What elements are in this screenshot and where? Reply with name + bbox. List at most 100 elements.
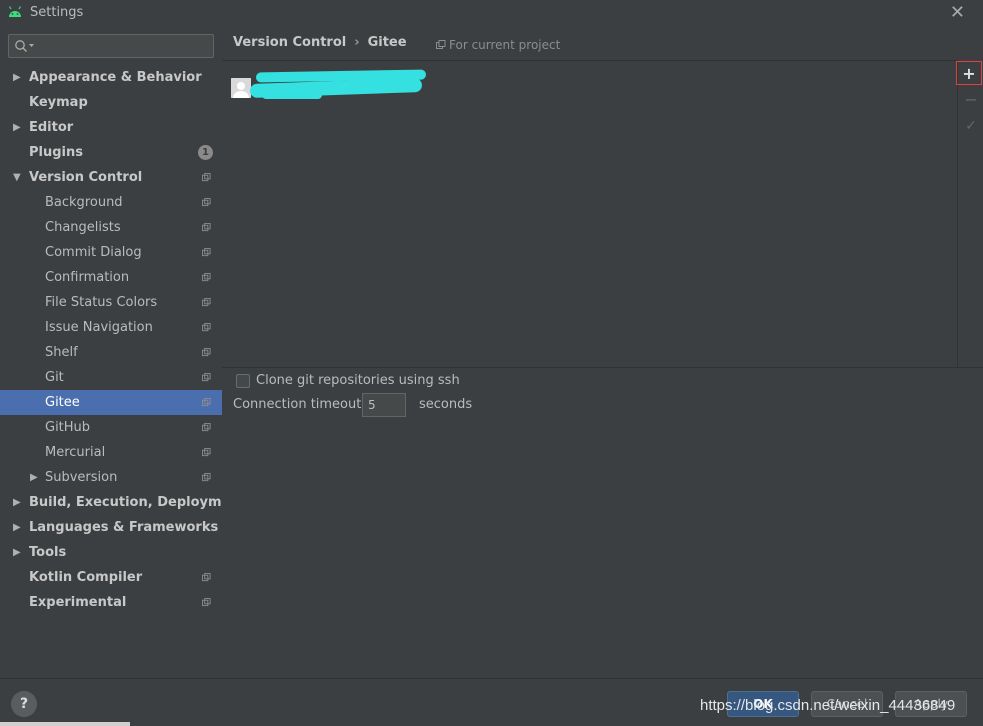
sidebar-item-confirmation[interactable]: Confirmation [0,265,222,290]
chevron-right-icon[interactable]: ▶ [13,65,21,90]
android-icon [8,6,22,17]
settings-sidebar: ▶ Appearance & Behavior Keymap ▶ Editor Plugi… [0,26,246,678]
chevron-right-icon[interactable]: ▶ [13,515,21,540]
accounts-toolbar: + − ✓ [956,60,983,367]
project-scope-label: For current project [449,38,561,52]
project-level-icon [202,573,211,582]
sidebar-item-issue-navigation[interactable]: Issue Navigation [0,315,222,340]
project-level-icon [202,248,211,257]
sidebar-item-label: Kotlin Compiler [29,570,143,585]
sidebar-item-label: Confirmation [45,270,130,285]
sidebar-item-label: Commit Dialog [45,245,142,260]
sidebar-item-github[interactable]: GitHub [0,415,222,440]
breadcrumb: Version Control › Gitee [233,35,407,50]
sidebar-item-changelists[interactable]: Changelists [0,215,222,240]
account-avatar [231,78,251,98]
sidebar-item-keymap[interactable]: Keymap [0,90,222,115]
sidebar-item-label: Issue Navigation [45,320,153,335]
clone-ssh-checkbox[interactable] [236,374,250,388]
sidebar-item-label: Mercurial [45,445,106,460]
chevron-right-icon[interactable]: ▶ [13,115,21,140]
sidebar-item-label: Plugins [29,145,83,160]
sidebar-item-version-control[interactable]: ▼ Version Control [0,165,222,190]
sidebar-item-appearance-behavior[interactable]: ▶ Appearance & Behavior [0,65,222,90]
sidebar-item-file-status-colors[interactable]: File Status Colors [0,290,222,315]
project-scope-icon [436,40,446,49]
close-icon[interactable]: ✕ [950,2,965,23]
sidebar-item-label: Gitee [45,395,80,410]
update-count-badge: 1 [198,145,213,160]
sidebar-item-subversion[interactable]: ▶ Subversion [0,465,222,490]
project-level-icon [202,448,211,457]
sidebar-item-tools[interactable]: ▶ Tools [0,540,222,565]
remove-account-button[interactable]: − [958,88,983,112]
clone-ssh-label[interactable]: Clone git repositories using ssh [256,373,460,388]
project-level-icon [202,323,211,332]
sidebar-item-build-execution-deployment[interactable]: ▶ Build, Execution, Deployment [0,490,246,515]
set-default-account-button[interactable]: ✓ [958,114,983,138]
gitee-settings-panel: Version Control › Gitee For current projec… [222,26,983,678]
connection-timeout-input[interactable] [362,393,406,417]
chevron-right-icon[interactable]: ▶ [13,490,21,515]
sidebar-item-kotlin-compiler[interactable]: Kotlin Compiler [0,565,222,590]
sidebar-item-label: Experimental [29,595,127,610]
sidebar-item-label: File Status Colors [45,295,158,310]
sidebar-item-background[interactable]: Background [0,190,222,215]
search-box[interactable] [8,34,214,58]
project-level-icon [202,398,211,407]
sidebar-item-plugins[interactable]: Plugins 1 [0,140,222,165]
redacted-account-name [262,91,322,99]
sidebar-item-git[interactable]: Git [0,365,222,390]
project-level-icon [202,598,211,607]
breadcrumb-current: Gitee [367,35,407,50]
sidebar-item-editor[interactable]: ▶ Editor [0,115,222,140]
user-icon [231,78,251,98]
chevron-right-icon[interactable]: ▶ [13,540,21,565]
help-icon[interactable]: ? [11,691,37,717]
settings-tree: ▶ Appearance & Behavior Keymap ▶ Editor Plugi… [0,65,246,615]
window-title: Settings [30,5,84,20]
watermark: https://blog.csdn.net/weixin_44436849 [700,697,956,714]
bottom-strip [0,722,130,726]
project-level-icon [202,348,211,357]
sidebar-item-label: Tools [29,545,67,560]
sidebar-item-mercurial[interactable]: Mercurial [0,440,222,465]
sidebar-item-label: Version Control [29,170,143,185]
project-scope-hint: For current project [436,38,560,52]
sidebar-item-label: GitHub [45,420,91,435]
search-icon [15,40,34,52]
search-input[interactable] [41,37,209,55]
sidebar-item-experimental[interactable]: Experimental [0,590,222,615]
dialog-footer: ? OK Cancel Apply https://blog.csdn.net/… [0,678,983,726]
project-level-icon [202,373,211,382]
sidebar-item-label: Background [45,195,123,210]
sidebar-item-label: Subversion [45,470,118,485]
project-level-icon [202,198,211,207]
connection-timeout-unit: seconds [419,397,473,412]
sidebar-item-label: Build, Execution, Deployment [29,495,246,510]
sidebar-item-label: Languages & Frameworks [29,520,219,535]
breadcrumb-separator: › [354,35,360,50]
title-bar: Settings ✕ [0,0,983,26]
project-level-icon [202,423,211,432]
sidebar-item-label: Appearance & Behavior [29,70,202,85]
breadcrumb-parent[interactable]: Version Control [233,35,346,50]
connection-timeout-label: Connection timeout: [233,397,366,412]
sidebar-item-label: Editor [29,120,74,135]
project-level-icon [202,223,211,232]
project-level-icon [202,298,211,307]
project-level-icon [202,173,211,182]
sidebar-item-commit-dialog[interactable]: Commit Dialog [0,240,222,265]
sidebar-item-label: Git [45,370,64,385]
panel-divider [222,367,983,368]
sidebar-item-label: Keymap [29,95,88,110]
chevron-right-icon[interactable]: ▶ [30,465,38,490]
sidebar-item-label: Changelists [45,220,121,235]
add-account-button[interactable]: + [956,61,982,85]
sidebar-item-shelf[interactable]: Shelf [0,340,222,365]
sidebar-item-gitee[interactable]: Gitee [0,390,222,415]
chevron-down-icon[interactable]: ▼ [13,165,21,190]
accounts-list[interactable] [222,60,957,367]
project-level-icon [202,273,211,282]
sidebar-item-languages-frameworks[interactable]: ▶ Languages & Frameworks [0,515,222,540]
